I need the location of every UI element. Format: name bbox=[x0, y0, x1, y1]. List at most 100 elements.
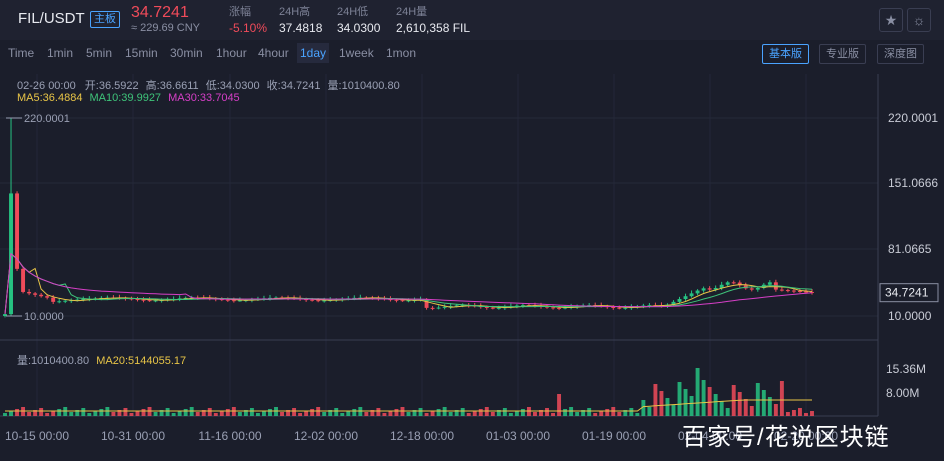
star-icon[interactable]: ★ bbox=[879, 8, 903, 32]
volume-bar bbox=[436, 409, 441, 416]
volume-bar bbox=[45, 413, 50, 416]
volume-axis-label: 8.00M bbox=[886, 386, 919, 400]
basic-view-button[interactable]: 基本版 bbox=[762, 44, 809, 64]
ma30-value: MA30:33.7045 bbox=[168, 92, 240, 104]
symbol-title[interactable]: FIL/USDT bbox=[18, 10, 85, 27]
board-badge: 主板 bbox=[90, 11, 120, 28]
candle-body bbox=[695, 290, 700, 294]
volume-bar bbox=[785, 412, 790, 416]
candle-body bbox=[731, 282, 736, 284]
tab-4hour[interactable]: 4hour bbox=[255, 43, 292, 63]
candle-body bbox=[225, 299, 230, 301]
tab-1mon[interactable]: 1mon bbox=[383, 43, 419, 63]
kline-open: 开:36.5922 bbox=[84, 80, 139, 92]
volume-bar bbox=[376, 408, 381, 416]
watermark-text: 百家号/花说区块链 bbox=[682, 424, 890, 451]
ma10-value: MA10:39.9927 bbox=[89, 92, 162, 104]
candle-body bbox=[611, 307, 616, 309]
depth-view-button[interactable]: 深度图 bbox=[877, 44, 924, 64]
kline-close: 收:34.7241 bbox=[266, 80, 321, 92]
tab-1week[interactable]: 1week bbox=[336, 43, 377, 63]
current-price-label: 34.7241 bbox=[885, 286, 929, 300]
volume-bar bbox=[514, 411, 519, 416]
tab-30min[interactable]: 30min bbox=[167, 43, 206, 63]
candle-body bbox=[147, 300, 152, 302]
tab-1day[interactable]: 1day bbox=[297, 43, 330, 63]
volume-bar bbox=[213, 413, 218, 416]
volume-bar bbox=[171, 413, 176, 416]
volume-bar bbox=[466, 413, 471, 416]
volume-bar bbox=[135, 411, 140, 416]
pro-view-button[interactable]: 专业版 bbox=[819, 44, 866, 64]
volume-bar bbox=[653, 384, 658, 416]
volume-bar bbox=[490, 412, 495, 416]
volume-bar bbox=[629, 408, 634, 416]
candle-body bbox=[141, 299, 146, 301]
tab-time[interactable]: Time bbox=[5, 43, 37, 63]
volume-info-row: 量:1010400.80 MA20:5144055.17 bbox=[17, 352, 186, 368]
candle-body bbox=[153, 300, 158, 302]
candle-body bbox=[725, 282, 730, 285]
volume-bar bbox=[804, 413, 808, 416]
volume-bar bbox=[111, 412, 116, 416]
volume-bar bbox=[346, 411, 351, 416]
candle-body bbox=[496, 307, 501, 309]
sun-icon[interactable]: ☼ bbox=[907, 8, 931, 32]
stat-high-value: 37.4818 bbox=[279, 21, 323, 35]
candle-body bbox=[797, 291, 802, 293]
volume-bar bbox=[237, 412, 242, 416]
tab-15min[interactable]: 15min bbox=[122, 43, 161, 63]
volume-bar bbox=[81, 408, 86, 416]
volume-bar bbox=[280, 412, 284, 416]
volume-ma20-value: MA20:5144055.17 bbox=[96, 355, 187, 367]
kline-chart-svg[interactable]: 220.0001 151.0666 81.0665 10.0000 34.7241 220… bbox=[0, 66, 944, 456]
time-axis-label: 01-19 00:00 bbox=[582, 429, 646, 443]
volume-bar bbox=[388, 411, 393, 416]
stat-change-value: -5.10% bbox=[229, 21, 268, 35]
volume-bar bbox=[364, 412, 369, 416]
volume-bar bbox=[430, 411, 435, 416]
volume-bar bbox=[761, 390, 766, 416]
tab-5min[interactable]: 5min bbox=[83, 43, 115, 63]
stat-low: 24H低 34.0300 bbox=[337, 5, 380, 37]
volume-bar bbox=[69, 412, 74, 416]
volume-bar bbox=[725, 408, 730, 416]
volume-bar bbox=[310, 409, 315, 416]
kline-low: 低:34.0300 bbox=[205, 80, 260, 92]
candle-body bbox=[804, 291, 808, 293]
kline-chart-area[interactable]: 220.0001 151.0666 81.0665 10.0000 34.7241 220… bbox=[0, 66, 944, 456]
candle-body bbox=[27, 291, 32, 294]
volume-bar bbox=[27, 412, 32, 416]
candle-body bbox=[231, 300, 236, 302]
volume-bar bbox=[737, 392, 742, 416]
max-price-label: 220.0001 bbox=[24, 113, 70, 125]
ma5-value: MA5:36.4884 bbox=[17, 92, 83, 104]
volume-bar bbox=[249, 408, 254, 416]
volume-bar bbox=[93, 411, 98, 416]
volume-bar bbox=[545, 408, 549, 416]
time-axis-label: 12-18 00:00 bbox=[390, 429, 454, 443]
volume-bar bbox=[587, 408, 592, 416]
tab-1min[interactable]: 1min bbox=[44, 43, 76, 63]
tab-1hour[interactable]: 1hour bbox=[213, 43, 250, 63]
candle-body bbox=[316, 300, 321, 302]
volume-bar bbox=[195, 412, 200, 416]
volume-bar bbox=[719, 401, 724, 416]
kline-high: 高:36.6611 bbox=[145, 80, 199, 92]
volume-bar bbox=[677, 382, 682, 416]
volume-bar bbox=[57, 409, 62, 416]
volume-bar bbox=[394, 409, 399, 416]
header-bar: FIL/USDT 主板 34.7241 ≈ 229.69 CNY 涨幅 -5.1… bbox=[0, 0, 944, 40]
volume-bar bbox=[791, 410, 796, 416]
cny-price: ≈ 229.69 CNY bbox=[131, 22, 201, 34]
volume-bar bbox=[87, 413, 92, 416]
volume-bar bbox=[605, 409, 610, 416]
volume-bar bbox=[617, 412, 622, 416]
candle-body bbox=[33, 293, 38, 295]
volume-bar bbox=[551, 413, 555, 416]
time-axis-label: 10-31 00:00 bbox=[101, 429, 165, 443]
volume-bar bbox=[683, 389, 688, 416]
candle-body bbox=[617, 307, 622, 309]
volume-bar bbox=[472, 411, 477, 416]
candle-body bbox=[51, 297, 56, 302]
